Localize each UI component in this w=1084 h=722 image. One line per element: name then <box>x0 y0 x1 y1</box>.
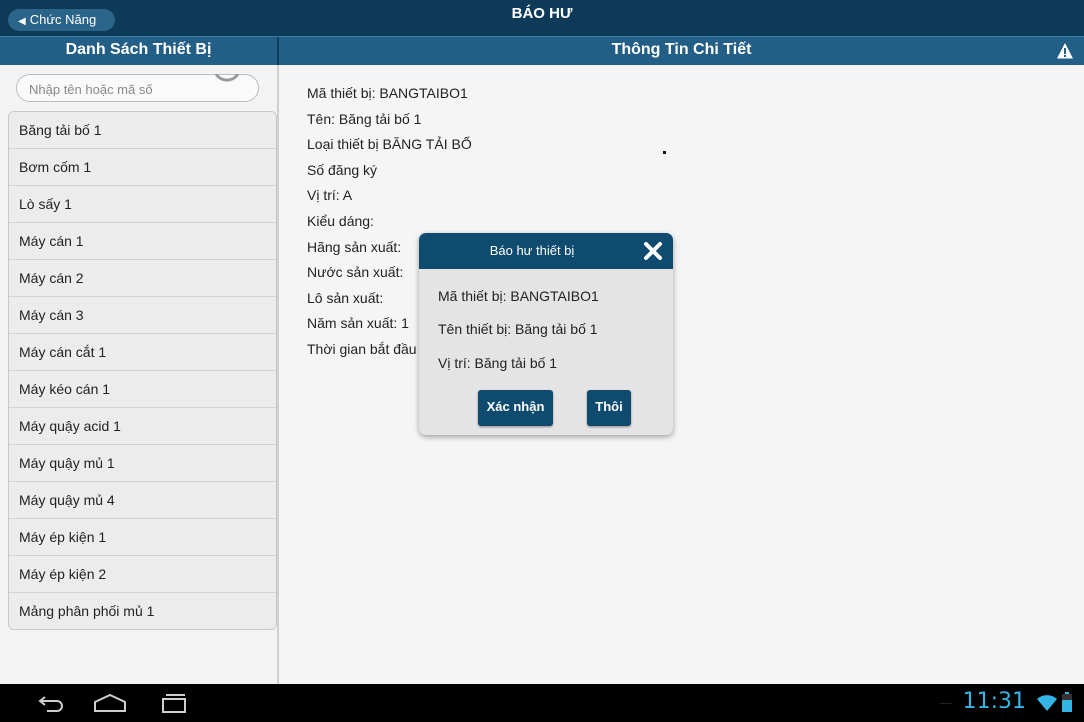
close-icon[interactable] <box>643 241 663 261</box>
device-list-item[interactable]: Máy cán cắt 1 <box>9 334 276 371</box>
cursor-dot <box>663 151 666 154</box>
device-list-item[interactable]: Mảng phân phối mủ 1 <box>9 593 276 629</box>
device-list-item[interactable]: Lò sấy 1 <box>9 186 276 223</box>
device-list-title: Danh Sách Thiết Bị <box>65 41 212 58</box>
detail-field: Số đăng ký <box>307 161 378 178</box>
detail-field: Loại thiết bị BĂNG TẢI BỐ <box>307 136 472 153</box>
device-list-item[interactable]: Máy ép kiện 1 <box>9 519 276 556</box>
battery-icon <box>1062 692 1072 712</box>
search-box <box>16 74 259 102</box>
device-list-item[interactable]: Bơm cốm 1 <box>9 149 276 186</box>
dialog-device-code: Mã thiết bị: BANGTAIBO1 <box>438 288 599 304</box>
back-nav-icon[interactable] <box>37 693 65 713</box>
dialog-title: Báo hư thiết bị <box>489 243 575 258</box>
detail-field: Kiểu dáng: <box>307 212 374 229</box>
wifi-icon <box>1037 695 1057 711</box>
search-icon[interactable] <box>210 74 244 100</box>
detail-field: Vị trí: A <box>307 187 353 204</box>
device-list-panel: Băng tải bố 1Bơm cốm 1Lò sấy 1Máy cán 1M… <box>0 65 279 684</box>
report-fault-dialog: Báo hư thiết bị Mã thiết bị: BANGTAIBO1 … <box>419 233 673 435</box>
cancel-button[interactable]: Thôi <box>587 390 631 426</box>
status-divider <box>940 703 952 704</box>
device-list-item[interactable]: Máy quậy mủ 4 <box>9 482 276 519</box>
clock: 11:31 <box>962 689 1026 714</box>
dialog-header: Báo hư thiết bị <box>419 233 673 269</box>
dialog-device-name: Tên thiết bị: Băng tải bố 1 <box>438 321 598 337</box>
device-list: Băng tải bố 1 Bơm cốm 1 Lò sấy 1 Máy cán 1M… <box>8 111 277 630</box>
title-bar: ◀ Chức Năng BÁO HƯ <box>0 0 1084 36</box>
system-nav-bar: 11:31 <box>0 684 1084 722</box>
device-list-item[interactable]: Máy kéo cán 1 <box>9 371 276 408</box>
home-nav-icon[interactable] <box>93 693 127 713</box>
warning-icon[interactable] <box>1056 42 1074 60</box>
device-list-item[interactable]: Máy quậy mủ 1 <box>9 445 276 482</box>
page-title: BÁO HƯ <box>511 5 573 22</box>
device-list-item[interactable]: Máy ép kiện 2 <box>9 556 276 593</box>
search-input[interactable] <box>27 79 211 99</box>
device-list-item[interactable]: Máy cán 3 <box>9 297 276 334</box>
device-list-item[interactable]: Máy quậy acid 1 <box>9 408 276 445</box>
dialog-device-location: Vị trí: Băng tải bố 1 <box>438 355 558 371</box>
recent-apps-icon[interactable] <box>160 693 188 713</box>
confirm-button[interactable]: Xác nhận <box>478 390 553 426</box>
detail-title: Thông Tin Chi Tiết <box>611 41 752 58</box>
device-list-item[interactable]: Băng tải bố 1 <box>9 112 276 149</box>
device-list-item[interactable]: Máy cán 1 <box>9 223 276 260</box>
detail-field: Mã thiết bị: BANGTAIBO1 <box>307 85 468 101</box>
section-header-bar: Danh Sách Thiết Bị Thông Tin Chi Tiết <box>0 36 1084 65</box>
device-list-item[interactable]: Máy cán 2 <box>9 260 276 297</box>
detail-field: Tên: Băng tải bố 1 <box>307 110 422 127</box>
